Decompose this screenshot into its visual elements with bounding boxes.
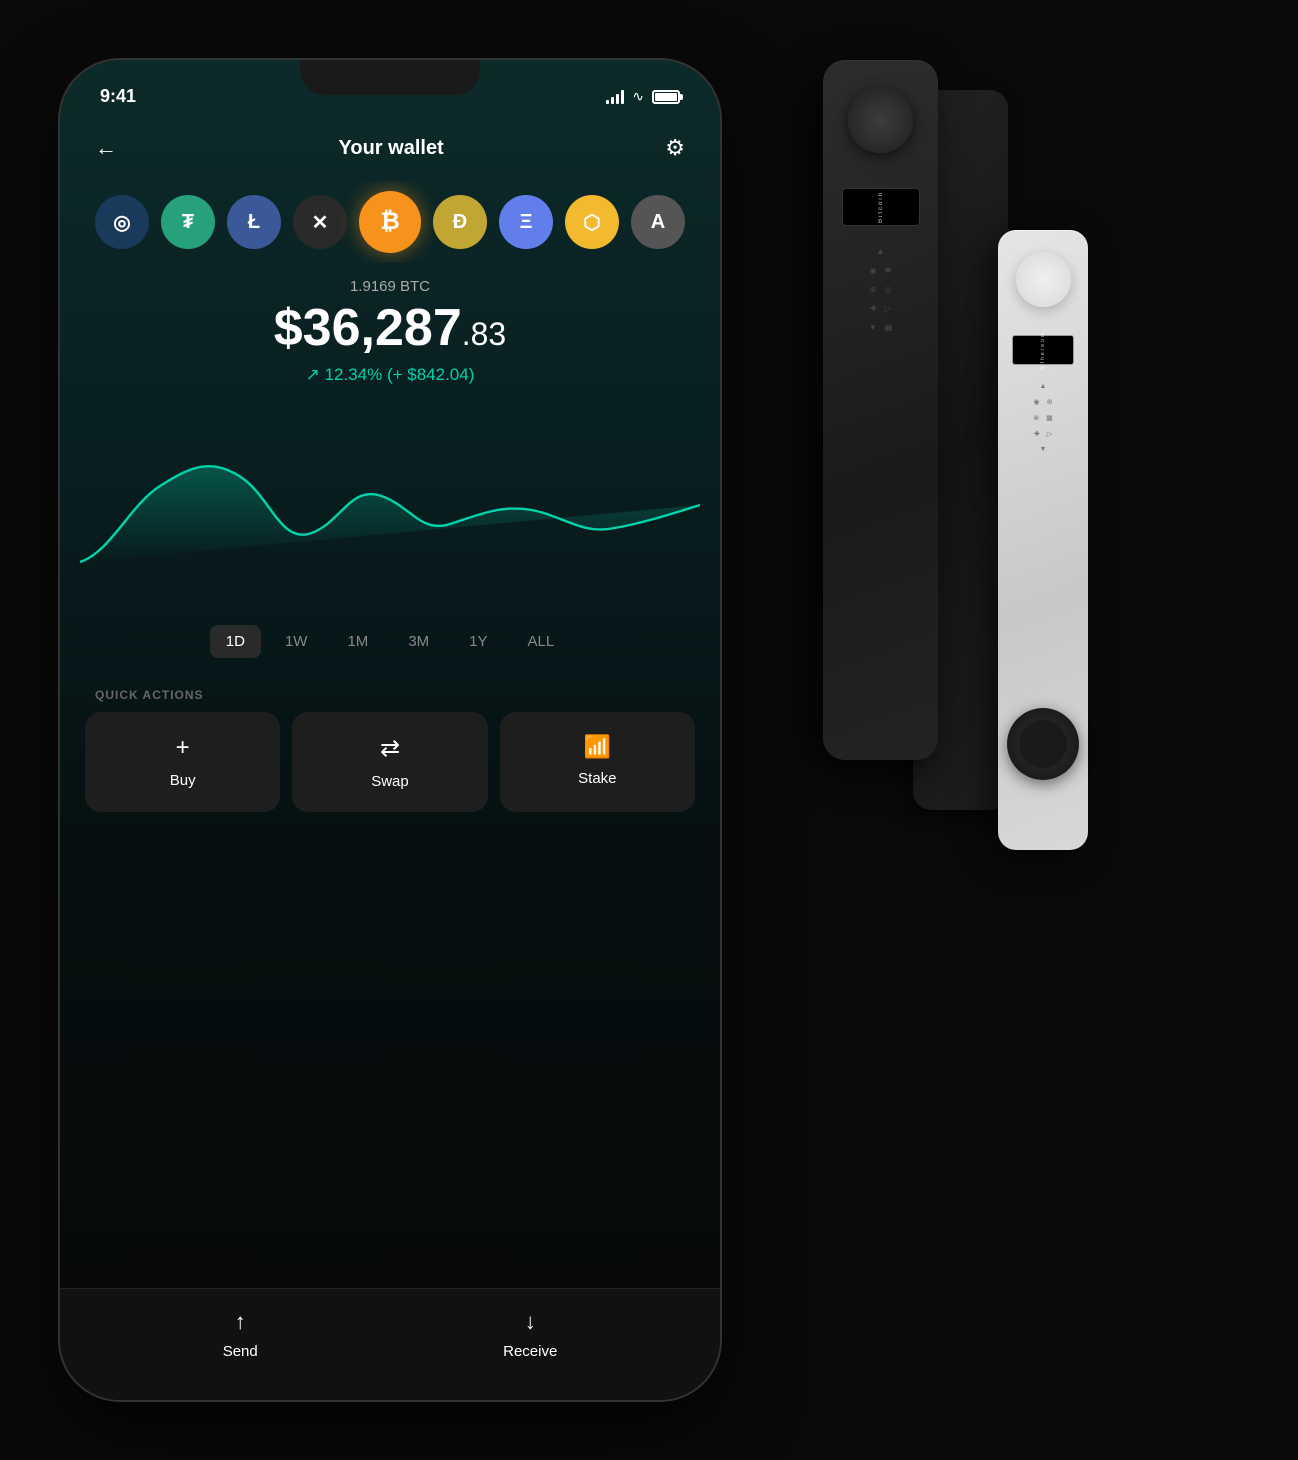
nav-send-icon: ▷ (885, 304, 891, 313)
chart-container (60, 390, 720, 610)
nav-add-icon: ✚ (870, 304, 877, 313)
filter-1w[interactable]: 1W (269, 625, 324, 658)
coin-bnb[interactable]: ⬡ (565, 195, 619, 249)
balance-whole: $36,287 (274, 299, 462, 357)
quick-actions-grid: + Buy ⇄ Swap 📶 Stake (60, 712, 720, 812)
nav-bluetooth-icon: ✱ (885, 266, 892, 275)
nano-x-screen: Bitcoin (842, 188, 920, 226)
nav-crypto-icon: ⊕ (870, 285, 877, 294)
nano-s-icon-1: ◉ (1034, 398, 1040, 406)
nano-s-button-inner (1019, 720, 1067, 768)
nav-row-3: ⊕ ◎ (870, 285, 892, 294)
send-label: Send (223, 1343, 258, 1360)
balance-section: 1.9169 BTC $36,287.83 ↗ 12.34% (+ $842.0… (60, 263, 720, 390)
back-button[interactable]: ← (95, 135, 117, 161)
scene: 9:41 ∿ ← Your wallet (0, 0, 1298, 1460)
nav-row-2: ◉ ✱ (870, 266, 892, 275)
nano-s-screen: Ethereum (1012, 335, 1074, 365)
send-button[interactable]: ↑ Send (223, 1309, 258, 1360)
coin-ethereum[interactable]: Ξ (499, 195, 553, 249)
nano-s-screen-text: Ethereum (1040, 331, 1046, 369)
ledger-nano-x: Bitcoin ▲ ◉ ✱ ⊕ ◎ ✚ ▷ ▼ ▦ (823, 60, 938, 760)
filter-1m[interactable]: 1M (331, 625, 384, 658)
nano-x-screen-text: Bitcoin (878, 191, 884, 223)
balance-cents: .83 (462, 316, 506, 352)
status-time: 9:41 (100, 86, 136, 107)
nano-s-nav-row3: ✚ ▷ (1034, 430, 1052, 438)
nano-s-nav-down: ▼ (1040, 446, 1047, 453)
phone-screen: 9:41 ∿ ← Your wallet (60, 60, 720, 1400)
stake-icon: 📶 (584, 734, 611, 760)
swap-label: Swap (371, 773, 409, 790)
filter-all[interactable]: ALL (512, 625, 571, 658)
price-chart (80, 410, 700, 600)
ledger-nano-s: Ethereum ▲ ◉ ⊕ ⊗ ▦ ✚ ▷ ▼ (998, 230, 1088, 850)
nano-s-icon-4: ▦ (1046, 414, 1053, 422)
nano-x-top-button[interactable] (848, 88, 913, 153)
coin-doge[interactable]: Ð (433, 195, 487, 249)
nano-s-nav: ▲ ◉ ⊕ ⊗ ▦ ✚ ▷ ▼ (1033, 383, 1053, 453)
filter-1y[interactable]: 1Y (453, 625, 503, 658)
stake-button[interactable]: 📶 Stake (500, 712, 695, 812)
nav-down-icon: ▼ (869, 323, 877, 332)
buy-button[interactable]: + Buy (85, 712, 280, 812)
signal-icon (606, 90, 624, 104)
receive-button[interactable]: ↓ Receive (503, 1309, 557, 1360)
bottom-bar: ↑ Send ↓ Receive (60, 1288, 720, 1400)
coin-xrp[interactable]: ✕ (293, 195, 347, 249)
nav-row-1: ▲ (876, 246, 885, 256)
buy-icon: + (176, 734, 190, 762)
nano-s-icon-2: ⊕ (1047, 398, 1053, 406)
nano-s-icon-6: ▷ (1047, 430, 1052, 438)
swap-button[interactable]: ⇄ Swap (292, 712, 487, 812)
coin-tether[interactable]: ₮ (161, 195, 215, 249)
battery-icon (652, 90, 680, 104)
coin-other[interactable]: ◎ (95, 195, 149, 249)
phone: 9:41 ∿ ← Your wallet (60, 60, 720, 1400)
coin-bitcoin[interactable]: ₿ (359, 191, 421, 253)
nano-s-icon-3: ⊗ (1033, 414, 1039, 422)
nano-s-bottom-button[interactable] (1007, 708, 1079, 780)
nav-row-4: ✚ ▷ (870, 304, 891, 313)
filter-1d[interactable]: 1D (210, 625, 261, 658)
nav-grid-icon: ▦ (885, 323, 893, 332)
swap-icon: ⇄ (380, 734, 400, 763)
receive-icon: ↓ (525, 1309, 536, 1335)
balance-fiat: $36,287.83 (80, 300, 700, 357)
coin-litecoin[interactable]: Ł (227, 195, 281, 249)
nano-s-icon-5: ✚ (1034, 430, 1040, 438)
nano-x-nav: ▲ ◉ ✱ ⊕ ◎ ✚ ▷ ▼ ▦ (869, 246, 892, 332)
nav-wallet-icon: ◉ (870, 266, 877, 275)
send-icon: ↑ (235, 1309, 246, 1335)
nano-s-nav-up: ▲ (1040, 383, 1047, 390)
stake-label: Stake (578, 770, 616, 787)
nano-s-nav-row1: ◉ ⊕ (1034, 398, 1053, 406)
quick-actions-label: QUICK ACTIONS (60, 673, 720, 712)
receive-label: Receive (503, 1343, 557, 1360)
header: ← Your wallet ⚙ (60, 115, 720, 181)
nav-up-icon: ▲ (876, 246, 885, 256)
balance-crypto: 1.9169 BTC (80, 278, 700, 295)
time-filters: 1D 1W 1M 3M 1Y ALL (60, 610, 720, 673)
nav-settings-icon: ◎ (884, 285, 891, 294)
status-icons: ∿ (606, 88, 680, 105)
phone-notch (300, 60, 480, 95)
wifi-icon: ∿ (632, 88, 644, 105)
nano-s-nav-row2: ⊗ ▦ (1033, 414, 1053, 422)
nano-s-top-button[interactable] (1016, 252, 1071, 307)
nav-row-5: ▼ ▦ (869, 323, 892, 332)
filter-3m[interactable]: 3M (392, 625, 445, 658)
coin-carousel: ◎ ₮ Ł ✕ ₿ Ð Ξ ⬡ A (60, 181, 720, 263)
coin-algo[interactable]: A (631, 195, 685, 249)
buy-label: Buy (170, 772, 196, 789)
page-title: Your wallet (339, 137, 444, 160)
balance-change: ↗ 12.34% (+ $842.04) (80, 365, 700, 385)
settings-icon[interactable]: ⚙ (665, 135, 685, 161)
